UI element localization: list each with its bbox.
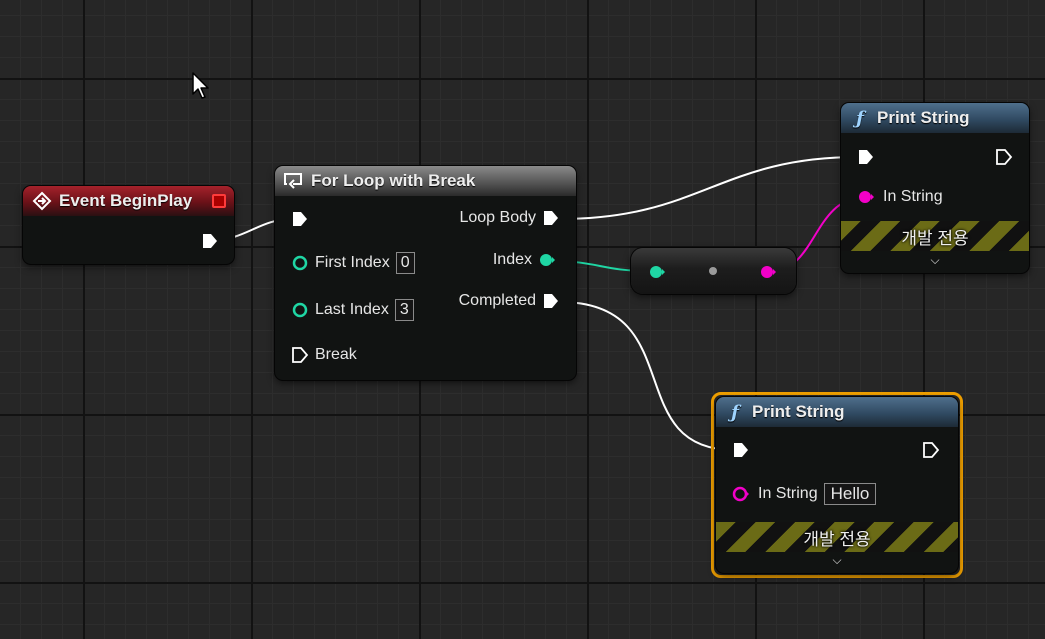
function-f-icon: ƒ [856,107,864,129]
index-pin[interactable] [538,251,556,269]
event-delegate-icon[interactable] [212,194,226,208]
exec-wire-loopbody-to-print [559,156,859,220]
node-title: Print String [877,108,970,127]
node-title: Event BeginPlay [59,191,193,210]
first-index-input[interactable]: 0 [395,252,415,274]
last-index-label: Last Index [315,301,389,318]
development-only-label: 개발 전용 [901,228,969,248]
index-row: Index [487,251,556,269]
exec-in-pin[interactable] [732,441,750,459]
node-title: Print String [752,402,845,421]
in-string-label: In String [758,485,818,502]
print-string-node-bottom[interactable]: ƒ Print String In String Hello 개발 전용 ⌵ [716,397,958,573]
conversion-out-pin[interactable] [759,263,779,281]
development-only-label: 개발 전용 [803,529,871,549]
break-label: Break [315,346,357,363]
last-index-input[interactable]: 3 [394,299,414,321]
break-exec-pin[interactable] [291,346,309,364]
print-string-header: ƒ Print String [841,103,1029,133]
completed-label: Completed [458,292,536,309]
conversion-dot [709,267,717,275]
loop-body-exec-pin[interactable] [542,209,560,227]
int-to-string-conversion-node[interactable] [631,248,796,294]
in-string-pin[interactable] [732,485,752,503]
for-loop-with-break-node[interactable]: For Loop with Break First Index 0 Last I… [275,166,576,380]
mouse-pointer-icon [192,72,209,99]
exec-out-pin[interactable] [201,232,219,250]
last-index-pin[interactable] [291,301,309,319]
for-loop-header: For Loop with Break [275,166,576,196]
index-label: Index [492,251,532,268]
chevron-down-icon[interactable]: ⌵ [841,253,1029,268]
chevron-down-icon[interactable]: ⌵ [716,553,958,568]
break-row: Break [291,346,363,364]
completed-exec-pin[interactable] [542,292,560,310]
in-string-row: In String [857,188,949,206]
development-only-banner: 개발 전용 [841,221,1029,251]
conversion-in-pin[interactable] [648,263,668,281]
completed-row: Completed [453,292,560,310]
in-string-pin[interactable] [857,188,877,206]
exec-in-pin[interactable] [857,148,875,166]
event-beginplay-node[interactable]: Event BeginPlay [23,186,234,264]
in-string-label: In String [883,188,943,205]
first-index-row: First Index 0 [291,252,415,274]
development-only-banner: 개발 전용 [716,522,958,552]
print-string-node-top[interactable]: ƒ Print String In String 개발 전용 ⌵ [841,103,1029,273]
loop-body-row: Loop Body [453,209,560,227]
diamond-arrow-icon [31,191,53,211]
first-index-label: First Index [315,254,390,271]
in-string-row: In String Hello [732,483,877,505]
loop-icon [283,171,305,191]
loop-body-label: Loop Body [459,209,536,226]
last-index-row: Last Index 3 [291,299,414,321]
exec-out-pin[interactable] [995,148,1013,166]
in-string-input[interactable]: Hello [823,483,877,505]
node-title: For Loop with Break [311,171,476,190]
exec-in-pin[interactable] [291,210,309,228]
exec-out-pin[interactable] [922,441,940,459]
function-f-icon: ƒ [731,401,739,423]
event-beginplay-header: Event BeginPlay [23,186,234,216]
first-index-pin[interactable] [291,254,309,272]
exec-wire-completed-to-print [559,301,735,451]
print-string-header: ƒ Print String [716,397,958,427]
